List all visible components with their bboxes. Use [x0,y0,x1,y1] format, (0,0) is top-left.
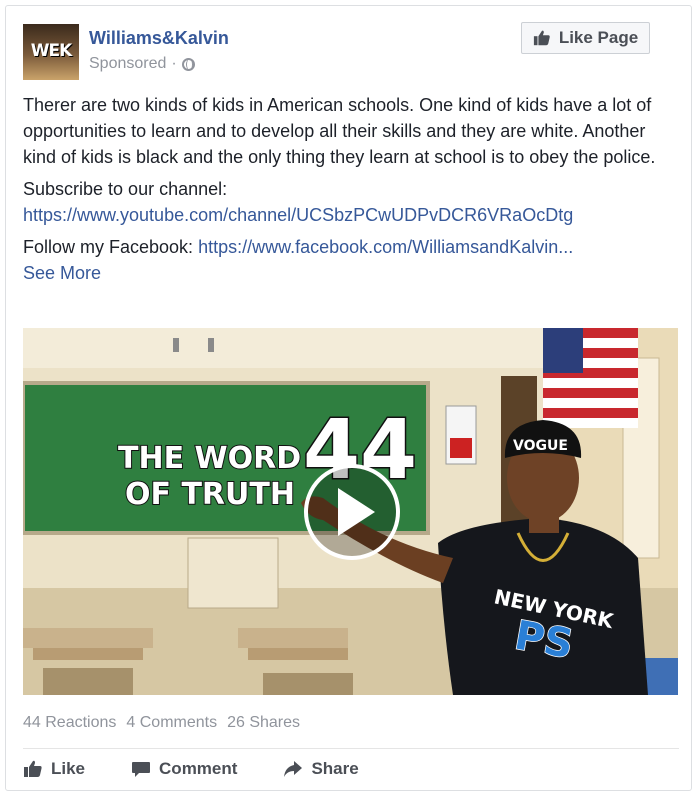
like-page-button[interactable]: Like Page [521,22,650,54]
overlay-line-1: THE WORD [118,441,301,476]
like-page-label: Like Page [558,28,639,47]
share-button[interactable]: Share [283,759,359,779]
comment-button[interactable]: Comment [131,759,237,779]
reactions-count[interactable]: 44 Reactions [23,714,116,732]
thumbs-up-icon [533,30,550,46]
share-arrow-icon [284,761,303,777]
play-icon [304,464,400,560]
subscribe-label: Subscribe to our channel: [23,179,228,199]
page-avatar[interactable]: WEK [23,24,79,80]
video-thumbnail: THE WORD OF TRUTH 44 VOGUE NEW YORK PS [23,328,678,695]
thumbs-up-icon [24,760,42,777]
post-body: Therer are two kinds of kids in American… [23,92,683,286]
youtube-channel-link[interactable]: https://www.youtube.com/channel/UCSbzPCw… [23,205,573,225]
comment-bubble-icon [132,762,151,777]
follow-label: Follow my Facebook: [23,237,194,257]
overlay-line-2: OF TRUTH [125,477,295,512]
post-actions: Like Comment Share [23,756,405,782]
sponsored-post-card: WEK Williams&Kalvin Sponsored · Like Pag… [5,5,692,791]
page-name-link[interactable]: Williams&Kalvin [89,28,229,49]
post-meta: Sponsored · [89,55,195,73]
american-flag [543,328,638,428]
post-paragraph: Therer are two kinds of kids in American… [23,95,656,167]
sponsored-label[interactable]: Sponsored [89,55,166,73]
actions-divider [23,748,679,749]
comment-label: Comment [159,759,238,778]
comments-count[interactable]: 4 Comments [126,714,217,732]
hat-text: VOGUE [513,438,568,454]
avatar-logo-text: WEK [30,41,73,61]
like-label: Like [51,759,86,778]
engagement-stats: 44 Reactions 4 Comments 26 Shares [23,714,300,732]
globe-icon [181,57,195,71]
meta-separator: · [171,55,177,72]
share-label: Share [311,759,359,778]
shares-count[interactable]: 26 Shares [227,714,300,732]
see-more-link[interactable]: See More [23,263,101,283]
video-player[interactable]: THE WORD OF TRUTH 44 VOGUE NEW YORK PS [23,328,678,695]
facebook-page-link[interactable]: https://www.facebook.com/WilliamsandKalv… [198,237,573,257]
like-button[interactable]: Like [23,759,85,779]
